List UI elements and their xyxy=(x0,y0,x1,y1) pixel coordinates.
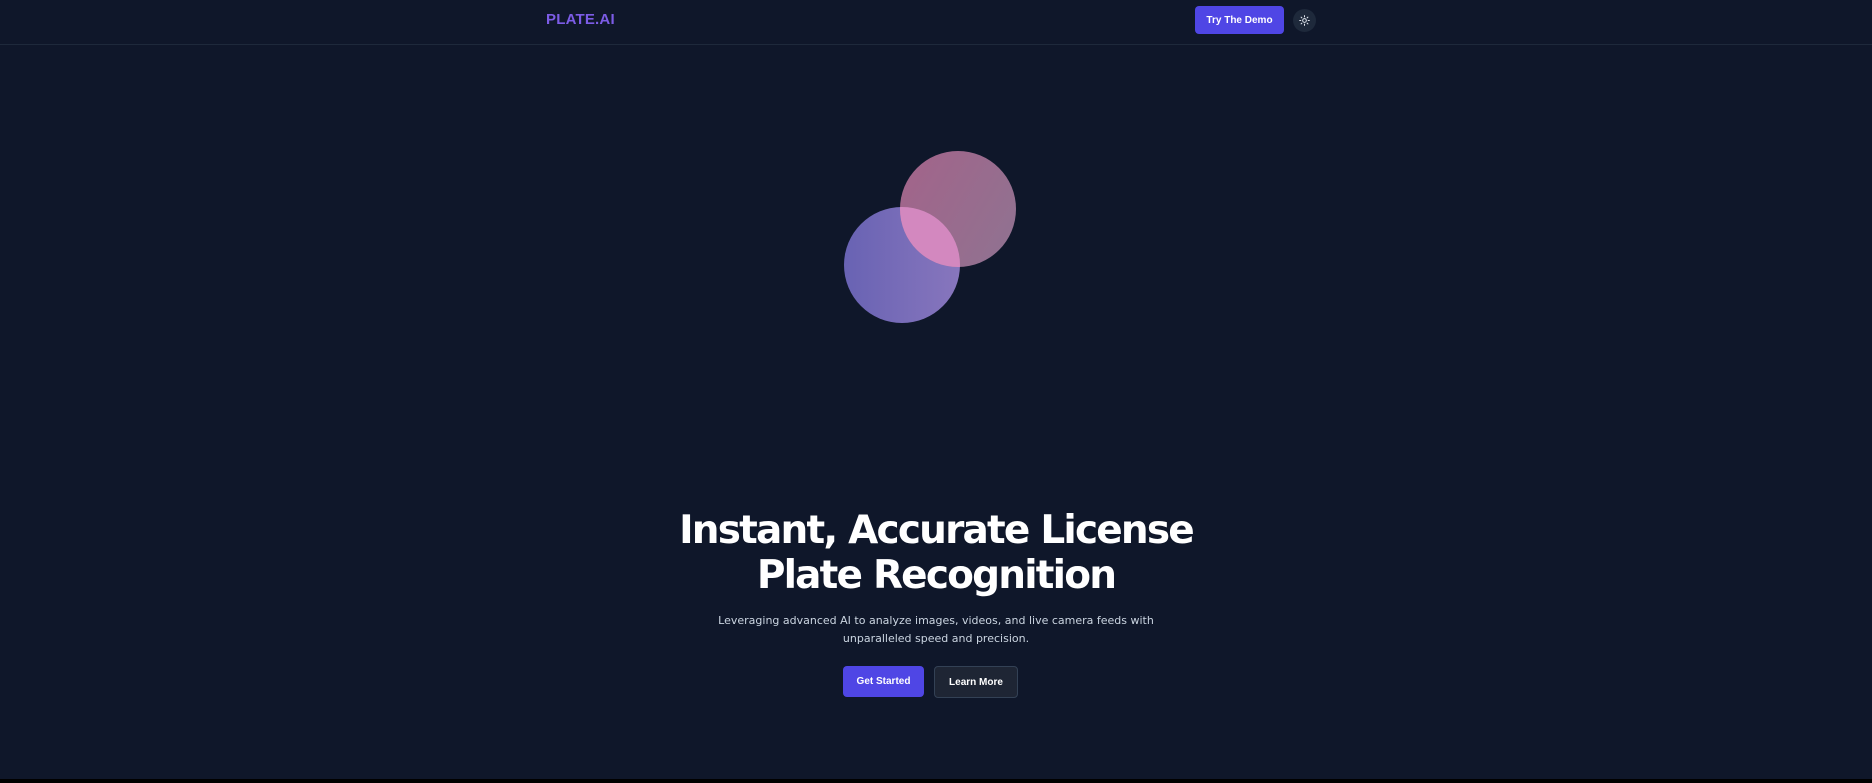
circle-overlap-graphic xyxy=(844,207,960,323)
sun-icon xyxy=(1299,15,1310,26)
try-demo-button[interactable]: Try The Demo xyxy=(1195,6,1284,34)
hero-title-line-1: Instant, Accurate License xyxy=(679,508,1195,553)
brand-logo[interactable]: PLATE.AI xyxy=(546,11,615,28)
top-navbar: PLATE.AI Try The Demo xyxy=(0,0,1872,45)
landing-page: PLATE.AI Try The Demo Instant, Accurate … xyxy=(0,0,1872,783)
hero-title: Instant, Accurate License Plate Recognit… xyxy=(636,508,1236,598)
hero-subtitle-line-1: Leveraging advanced AI to analyze images… xyxy=(718,614,1154,627)
theme-toggle-button[interactable] xyxy=(1293,9,1316,32)
page-bottom-edge xyxy=(0,779,1872,783)
hero-subtitle-line-2: unparalleled speed and precision. xyxy=(842,632,1030,645)
hero-title-line-2: Plate Recognition xyxy=(756,553,1117,598)
get-started-button[interactable]: Get Started xyxy=(843,666,924,697)
learn-more-button[interactable]: Learn More xyxy=(934,666,1018,698)
hero-subtitle: Leveraging advanced AI to analyze images… xyxy=(716,612,1156,648)
